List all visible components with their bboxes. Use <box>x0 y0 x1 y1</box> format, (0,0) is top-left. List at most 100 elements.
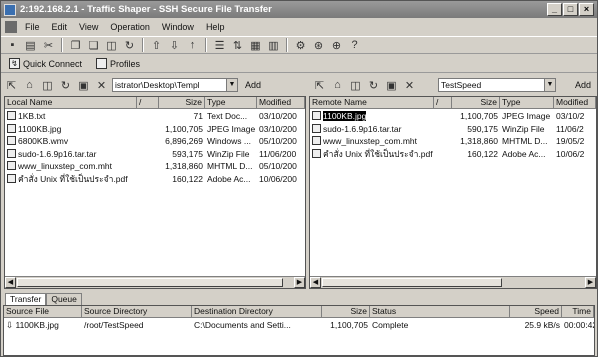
menu-file[interactable]: File <box>19 22 46 32</box>
help-icon[interactable]: ? <box>347 38 362 52</box>
chevron-down-icon[interactable]: ▼ <box>226 79 237 91</box>
remote-path-combobox[interactable]: TestSpeed ▼ <box>438 78 556 92</box>
save-icon[interactable]: ▪ <box>5 38 20 52</box>
local-toolbar: ⇱ ⌂ ◫ ↻ ▣ ✕ istrator\Desktop\Templ ▼ Add <box>1 75 306 95</box>
local-delete-icon[interactable]: ✕ <box>94 78 109 92</box>
file-row[interactable]: คำสั่ง Unix ที่ใช้เป็นประจำ.pdf 160,122 Ad… <box>310 148 596 161</box>
file-row[interactable]: www_linuxstep_com.mht 1,318,860 MHTML D...… <box>5 160 305 173</box>
scroll-left-icon[interactable]: ◀ <box>5 277 16 288</box>
print-icon[interactable]: ▤ <box>23 38 38 52</box>
download-icon[interactable]: ⇩ <box>167 38 182 52</box>
transfer-panel[interactable]: Source File Source Directory Destination… <box>3 305 595 356</box>
scroll-right-icon[interactable]: ▶ <box>585 277 596 288</box>
file-modified: 05/10/200 <box>259 161 297 171</box>
scroll-thumb[interactable] <box>322 278 502 287</box>
col-local-name[interactable]: Local Name <box>5 97 137 108</box>
col-size[interactable]: Size <box>322 306 370 317</box>
sort-icon[interactable]: ⇅ <box>230 38 245 52</box>
upload-icon[interactable]: ⇧ <box>149 38 164 52</box>
remote-up-icon[interactable]: ⇱ <box>312 78 327 92</box>
transfer-status: Complete <box>372 320 409 330</box>
remote-refresh-icon[interactable]: ↻ <box>366 78 381 92</box>
menu-window[interactable]: Window <box>156 22 200 32</box>
remote-delete-icon[interactable]: ✕ <box>402 78 417 92</box>
profiles-button[interactable]: Profiles <box>92 57 144 70</box>
col-source-file[interactable]: Source File <box>4 306 82 317</box>
file-name: คำสั่ง Unix ที่ใช้เป็นประจำ.pdf <box>18 173 128 184</box>
connect-icon[interactable]: ⊕ <box>329 38 344 52</box>
maximize-button[interactable]: □ <box>563 3 578 16</box>
col-status[interactable]: Status <box>370 306 510 317</box>
file-icon <box>7 161 16 170</box>
col-remote-name[interactable]: Remote Name <box>310 97 434 108</box>
col-sort-indicator[interactable]: / <box>137 97 159 108</box>
tab-queue[interactable]: Queue <box>46 293 82 305</box>
col-destination-directory[interactable]: Destination Directory <box>192 306 322 317</box>
window-menu-icon[interactable] <box>5 21 17 33</box>
file-size: 590,175 <box>467 123 498 134</box>
remote-file-panel[interactable]: Remote Name / Size Type Modified 1100KB.… <box>309 96 597 289</box>
local-file-list: 1KB.txt 71 Text Doc... 03/10/200 1100KB.jpg 1… <box>5 110 305 185</box>
local-hscrollbar[interactable]: ◀ ▶ <box>5 276 305 288</box>
col-type[interactable]: Type <box>205 97 257 108</box>
paste-icon[interactable]: ❏ <box>86 38 101 52</box>
local-file-panel[interactable]: Local Name / Size Type Modified 1KB.txt 7… <box>4 96 306 289</box>
menu-edit[interactable]: Edit <box>46 22 74 32</box>
col-type[interactable]: Type <box>500 97 554 108</box>
remote-properties-icon[interactable]: ▣ <box>384 78 399 92</box>
details-icon[interactable]: ▦ <box>248 38 263 52</box>
tab-transfer[interactable]: Transfer <box>5 293 47 305</box>
col-time[interactable]: Time <box>562 306 594 317</box>
chevron-down-icon[interactable]: ▼ <box>544 79 555 91</box>
quick-connect-button[interactable]: ↯ Quick Connect <box>5 57 86 70</box>
col-source-directory[interactable]: Source Directory <box>82 306 192 317</box>
local-refresh-icon[interactable]: ↻ <box>58 78 73 92</box>
new-folder-icon[interactable]: ◫ <box>104 38 119 52</box>
menu-operation[interactable]: Operation <box>104 22 156 32</box>
list-view-icon[interactable]: ☰ <box>212 38 227 52</box>
menu-help[interactable]: Help <box>200 22 231 32</box>
file-row[interactable]: 6800KB.wmv 6,896,269 Windows ... 05/10/200 <box>5 135 305 148</box>
remote-toolbar: ⇱ ⌂ ◫ ↻ ▣ ✕ TestSpeed ▼ Add <box>309 75 597 95</box>
file-row[interactable]: sudo-1.6.9p16.tar.tar 590,175 WinZip File 1… <box>310 123 596 136</box>
local-path-combobox[interactable]: istrator\Desktop\Templ ▼ <box>112 78 238 92</box>
col-size[interactable]: Size <box>452 97 500 108</box>
up-icon[interactable]: ↑ <box>185 38 200 52</box>
file-row[interactable]: www_linuxstep_com.mht 1,318,860 MHTML D...… <box>310 135 596 148</box>
local-properties-icon[interactable]: ▣ <box>76 78 91 92</box>
scroll-right-icon[interactable]: ▶ <box>294 277 305 288</box>
file-row[interactable]: 1100KB.jpg 1,100,705 JPEG Image 03/10/200 <box>5 123 305 136</box>
remote-add-button[interactable]: Add <box>571 80 595 90</box>
local-new-folder-icon[interactable]: ◫ <box>40 78 55 92</box>
file-row[interactable]: 1KB.txt 71 Text Doc... 03/10/200 <box>5 110 305 123</box>
remote-home-icon[interactable]: ⌂ <box>330 78 345 92</box>
remote-new-folder-icon[interactable]: ◫ <box>348 78 363 92</box>
col-modified[interactable]: Modified <box>257 97 305 108</box>
settings-icon[interactable]: ⚙ <box>293 38 308 52</box>
transfer-row[interactable]: ⇩ 1100KB.jpg/root/TestSpeed C:\Documents … <box>4 319 594 332</box>
scroll-thumb[interactable] <box>17 278 283 287</box>
col-speed[interactable]: Speed <box>510 306 562 317</box>
disconnect-icon[interactable]: ✂ <box>41 38 56 52</box>
copy-icon[interactable]: ❐ <box>68 38 83 52</box>
local-add-button[interactable]: Add <box>241 80 265 90</box>
file-row[interactable]: คำสั่ง Unix ที่ใช้เป็นประจำ.pdf 160,122 Ad… <box>5 173 305 186</box>
file-row[interactable]: sudo-1.6.9p16.tar.tar 593,175 WinZip File 1… <box>5 148 305 161</box>
refresh-icon[interactable]: ↻ <box>122 38 137 52</box>
remote-hscrollbar[interactable]: ◀ ▶ <box>310 276 596 288</box>
menu-view[interactable]: View <box>73 22 104 32</box>
col-sort-indicator[interactable]: / <box>434 97 452 108</box>
close-button[interactable]: × <box>579 3 594 16</box>
minimize-button[interactable]: _ <box>547 3 562 16</box>
file-name: 1KB.txt <box>18 111 46 121</box>
file-icon <box>7 148 16 158</box>
col-size[interactable]: Size <box>159 97 205 108</box>
tile-icon[interactable]: ▥ <box>266 38 281 52</box>
profile-icon[interactable]: ⊛ <box>311 38 326 52</box>
scroll-left-icon[interactable]: ◀ <box>310 277 321 288</box>
local-home-icon[interactable]: ⌂ <box>22 78 37 92</box>
local-up-icon[interactable]: ⇱ <box>4 78 19 92</box>
file-row[interactable]: 1100KB.jpg 1,100,705 JPEG Image 03/10/2 <box>310 110 596 123</box>
col-modified[interactable]: Modified <box>554 97 596 108</box>
transfer-column-header: Source File Source Directory Destination… <box>4 306 594 318</box>
